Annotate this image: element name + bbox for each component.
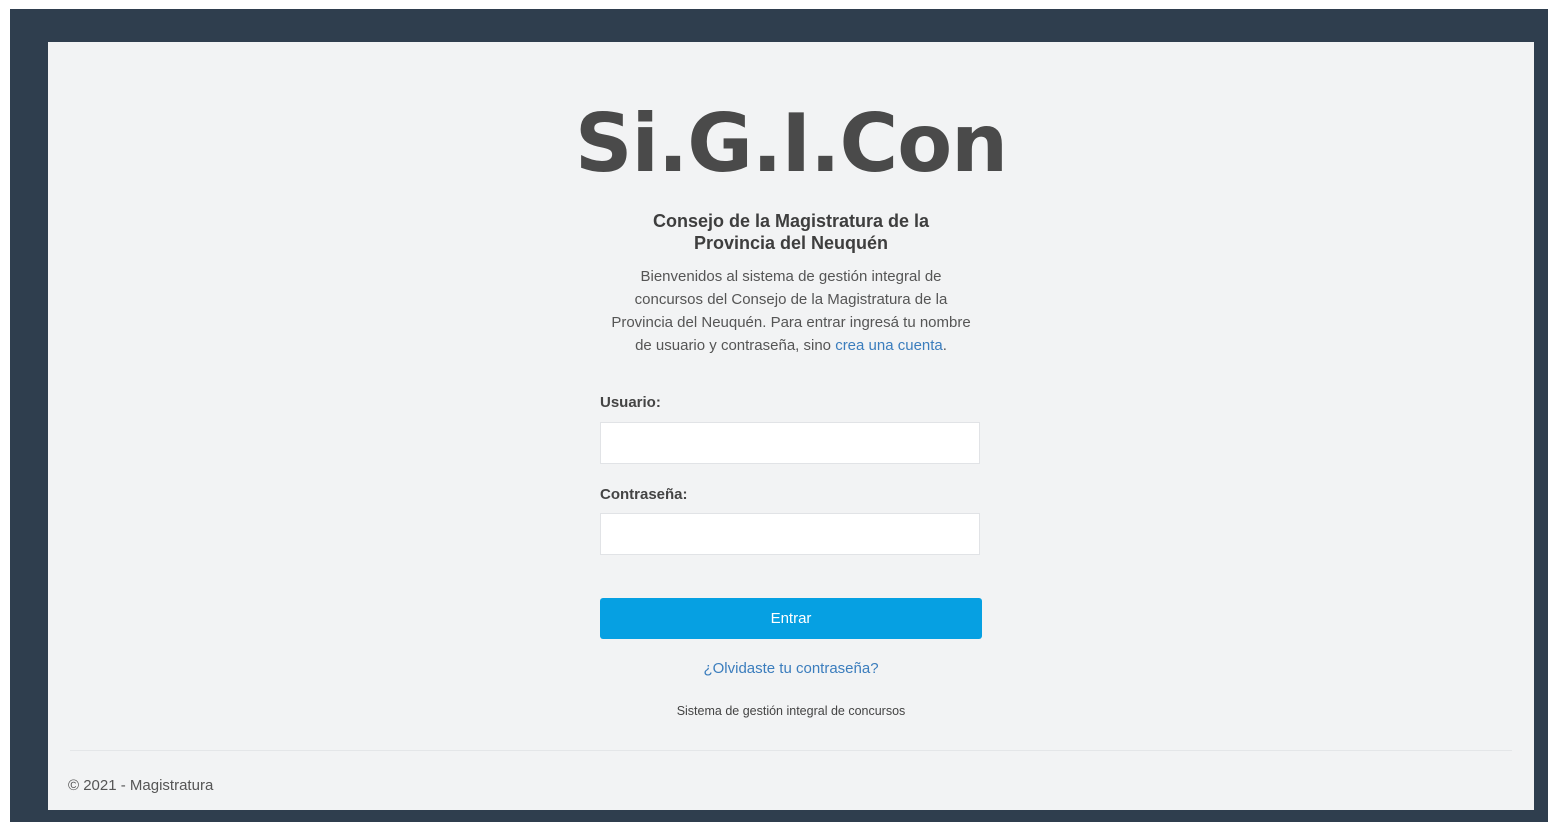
- create-account-link[interactable]: crea una cuenta: [835, 337, 943, 354]
- forgot-password-link[interactable]: ¿Olvidaste tu contraseña?: [600, 660, 982, 677]
- password-label: Contraseña:: [600, 486, 688, 503]
- password-input[interactable]: [600, 513, 980, 555]
- organization-name-line-1: Consejo de la Magistratura de la: [652, 211, 930, 231]
- login-button[interactable]: Entrar: [600, 598, 982, 639]
- username-input[interactable]: [600, 422, 980, 464]
- page-frame: Si.G.I.Con Consejo de la Magistratura de…: [10, 9, 1548, 822]
- organization-name-line-2: Provincia del Neuquén: [693, 233, 889, 253]
- welcome-trailing: .: [942, 337, 947, 354]
- organization-name: Consejo de la Magistratura de la Provinc…: [600, 210, 982, 254]
- welcome-text: Bienvenidos al sistema de gestión integr…: [610, 265, 972, 357]
- username-label: Usuario:: [600, 394, 661, 411]
- footer-divider: [70, 750, 1512, 751]
- footer-copyright: © 2021 - Magistratura: [68, 777, 214, 794]
- system-tagline: Sistema de gestión integral de concursos: [676, 704, 906, 718]
- app-title: Si.G.I.Con: [574, 97, 1008, 190]
- content-panel: Si.G.I.Con Consejo de la Magistratura de…: [48, 42, 1534, 810]
